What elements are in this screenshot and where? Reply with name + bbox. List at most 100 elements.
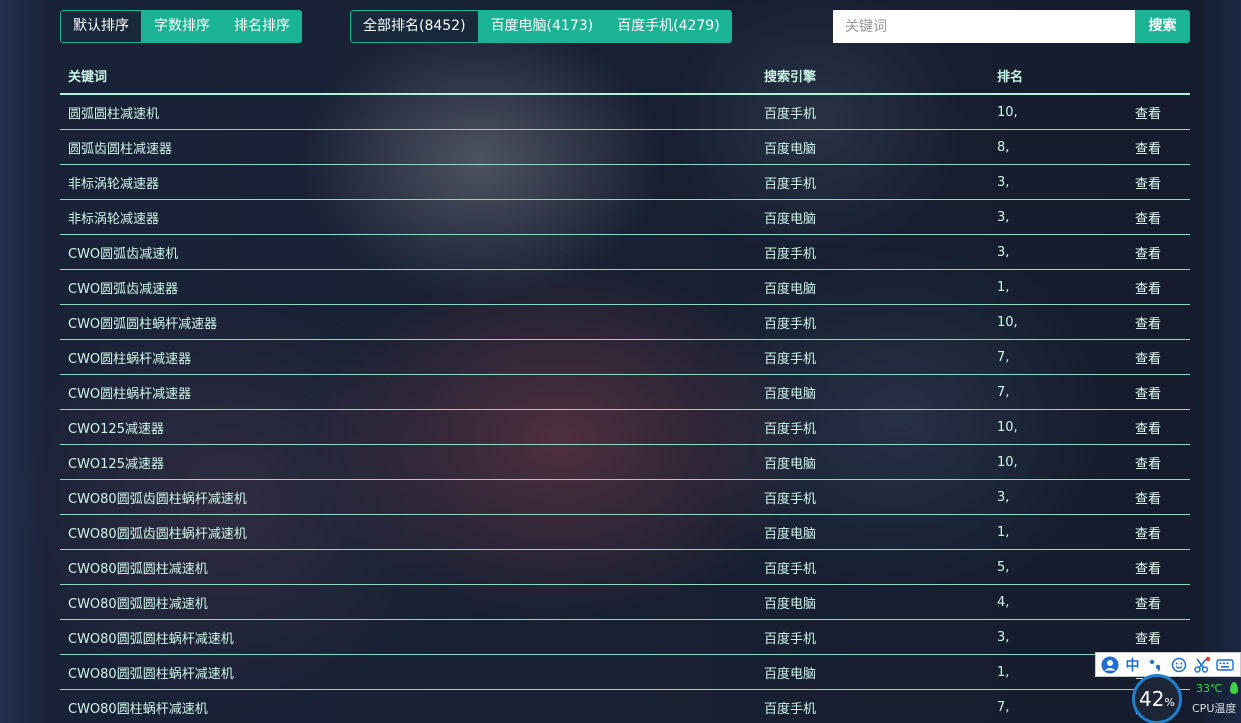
table-row: CWO80圆弧圆柱减速机 百度手机 5, 查看	[60, 549, 1190, 585]
rank-cell: 3,	[989, 199, 1135, 235]
cpu-temperature: 33℃	[1196, 682, 1223, 695]
view-link[interactable]: 查看	[1135, 247, 1161, 262]
keyword-cell: CWO圆柱蜗杆减速器	[60, 374, 756, 410]
engine-cell: 百度电脑	[756, 514, 989, 550]
rank-cell: 10,	[989, 94, 1135, 130]
view-link[interactable]: 查看	[1135, 107, 1161, 122]
search-button[interactable]: 搜索	[1135, 10, 1190, 43]
view-cell: 查看	[1135, 479, 1190, 515]
filter-baidu-pc-button[interactable]: 百度电脑(4173)	[478, 10, 606, 43]
engine-cell: 百度电脑	[756, 584, 989, 620]
engine-filter-group: 全部排名(8452) 百度电脑(4173) 百度手机(4279)	[350, 10, 732, 43]
keyword-cell: CWO125减速器	[60, 409, 756, 445]
sort-by-rank-button[interactable]: 排名排序	[222, 10, 302, 43]
engine-cell: 百度电脑	[756, 444, 989, 480]
cpu-monitor-widget[interactable]: 42% 33℃ CPU温度	[1132, 674, 1241, 723]
keyword-cell: CWO80圆柱蜗杆减速机	[60, 689, 756, 723]
cpu-temperature-label: CPU温度	[1192, 702, 1237, 715]
rank-cell: 10,	[989, 409, 1135, 445]
view-link[interactable]: 查看	[1135, 492, 1161, 507]
keyword-cell: CWO圆柱蜗杆减速器	[60, 339, 756, 375]
table-row: 圆弧圆柱减速机 百度手机 10, 查看	[60, 94, 1190, 130]
keyword-column-header: 关键词	[60, 58, 756, 95]
user-icon[interactable]	[1100, 655, 1119, 674]
table-row: CWO圆弧齿减速机 百度手机 3, 查看	[60, 234, 1190, 270]
cpu-usage-value: 42	[1139, 687, 1165, 711]
view-link[interactable]: 查看	[1135, 352, 1161, 367]
punctuation-icon[interactable]	[1146, 655, 1165, 674]
view-link[interactable]: 查看	[1135, 142, 1161, 157]
view-link[interactable]: 查看	[1135, 317, 1161, 332]
view-link[interactable]: 查看	[1135, 632, 1161, 647]
view-cell: 查看	[1135, 234, 1190, 270]
rank-column-header: 排名	[989, 58, 1135, 95]
view-link[interactable]: 查看	[1135, 422, 1161, 437]
table-row: CWO80圆弧圆柱蜗杆减速机 百度手机 3, 查看	[60, 619, 1190, 655]
keyword-cell: 非标涡轮减速器	[60, 199, 756, 235]
table-row: CWO圆柱蜗杆减速器 百度电脑 7, 查看	[60, 374, 1190, 410]
view-link[interactable]: 查看	[1135, 212, 1161, 227]
view-cell: 查看	[1135, 164, 1190, 200]
table-row: CWO圆柱蜗杆减速器 百度手机 7, 查看	[60, 339, 1190, 375]
rank-cell: 7,	[989, 374, 1135, 410]
rank-cell: 4,	[989, 584, 1135, 620]
view-link[interactable]: 查看	[1135, 527, 1161, 542]
engine-cell: 百度电脑	[756, 129, 989, 165]
cpu-usage-unit: %	[1164, 696, 1175, 709]
leaf-icon	[1230, 682, 1238, 694]
engine-cell: 百度手机	[756, 339, 989, 375]
keyword-cell: CWO80圆弧圆柱减速机	[60, 549, 756, 585]
keyword-cell: 圆弧齿圆柱减速器	[60, 129, 756, 165]
filter-baidu-mobile-button[interactable]: 百度手机(4279)	[605, 10, 732, 43]
keyword-cell: CWO80圆弧圆柱蜗杆减速机	[60, 619, 756, 655]
view-cell: 查看	[1135, 409, 1190, 445]
table-row: 非标涡轮减速器 百度电脑 3, 查看	[60, 199, 1190, 235]
keyword-cell: CWO80圆弧圆柱减速机	[60, 584, 756, 620]
engine-cell: 百度电脑	[756, 269, 989, 305]
view-cell: 查看	[1135, 269, 1190, 305]
engine-cell: 百度手机	[756, 304, 989, 340]
cpu-usage-gauge: 42%	[1132, 674, 1182, 723]
scissors-icon[interactable]	[1192, 655, 1211, 674]
keyword-cell: CWO80圆弧齿圆柱蜗杆减速机	[60, 479, 756, 515]
sort-button-group: 默认排序 字数排序 排名排序	[60, 10, 302, 43]
view-cell: 查看	[1135, 514, 1190, 550]
keyboard-icon[interactable]	[1215, 655, 1234, 674]
view-cell: 查看	[1135, 549, 1190, 585]
sort-by-length-button[interactable]: 字数排序	[142, 10, 222, 43]
emoji-icon[interactable]	[1169, 655, 1188, 674]
table-row: CWO125减速器 百度电脑 10, 查看	[60, 444, 1190, 480]
view-cell: 查看	[1135, 374, 1190, 410]
view-link[interactable]: 查看	[1135, 597, 1161, 612]
view-link[interactable]: 查看	[1135, 457, 1161, 472]
engine-cell: 百度手机	[756, 409, 989, 445]
keyword-search-input[interactable]	[833, 10, 1135, 43]
table-row: 圆弧齿圆柱减速器 百度电脑 8, 查看	[60, 129, 1190, 165]
rank-cell: 7,	[989, 339, 1135, 375]
view-link[interactable]: 查看	[1135, 387, 1161, 402]
view-cell: 查看	[1135, 584, 1190, 620]
table-row: CWO圆弧齿减速器 百度电脑 1, 查看	[60, 269, 1190, 305]
ime-language-toggle[interactable]: 中	[1123, 655, 1142, 674]
sort-default-button[interactable]: 默认排序	[60, 10, 142, 43]
engine-cell: 百度电脑	[756, 199, 989, 235]
keyword-cell: CWO80圆弧齿圆柱蜗杆减速机	[60, 514, 756, 550]
view-link[interactable]: 查看	[1135, 562, 1161, 577]
keyword-cell: CWO125减速器	[60, 444, 756, 480]
table-row: CWO80圆柱蜗杆减速机百度手机7,查看	[60, 689, 1190, 723]
table-row: CWO圆弧圆柱蜗杆减速器 百度手机 10, 查看	[60, 304, 1190, 340]
engine-cell: 百度电脑	[756, 654, 989, 690]
view-cell: 查看	[1135, 129, 1190, 165]
rank-cell: 7,	[989, 689, 1135, 723]
filter-all-button[interactable]: 全部排名(8452)	[350, 10, 479, 43]
rank-cell: 3,	[989, 619, 1135, 655]
rank-cell: 10,	[989, 304, 1135, 340]
rank-cell: 10,	[989, 444, 1135, 480]
engine-cell: 百度手机	[756, 234, 989, 270]
view-link[interactable]: 查看	[1135, 177, 1161, 192]
rank-cell: 8,	[989, 129, 1135, 165]
view-link[interactable]: 查看	[1135, 282, 1161, 297]
rank-cell: 3,	[989, 234, 1135, 270]
ranking-table: 关键词 搜索引擎 排名 圆弧圆柱减速机 百度手机 10, 查看 圆弧齿圆柱减速器 百度电脑…	[60, 58, 1190, 723]
view-cell: 查看	[1135, 199, 1190, 235]
